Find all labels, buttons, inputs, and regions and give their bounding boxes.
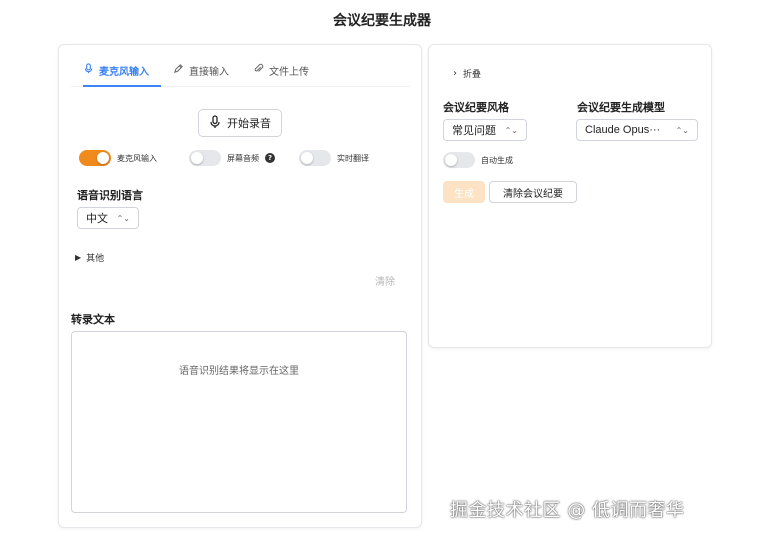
- tab-microphone-label: 麦克风输入: [99, 67, 149, 78]
- clear-button[interactable]: 清除: [375, 273, 395, 288]
- chevron-updown-icon: ⌃⌄: [116, 213, 130, 223]
- realtime-translate-switch[interactable]: [299, 150, 331, 166]
- tab-direct-input-label: 直接输入: [189, 67, 229, 78]
- language-label: 语音识别语言: [77, 189, 143, 202]
- minutes-style-select[interactable]: 常见问题 ⌃⌄: [443, 119, 527, 141]
- minutes-style-label: 会议纪要风格: [443, 101, 509, 114]
- chevron-right-icon: ›: [453, 68, 457, 79]
- mic-input-switch[interactable]: [79, 150, 111, 166]
- start-recording-label: 开始录音: [227, 117, 271, 130]
- auto-generate-switch[interactable]: [443, 152, 475, 168]
- chevron-updown-icon: ⌃⌄: [504, 125, 518, 135]
- chevron-updown-icon: ⌃⌄: [675, 125, 689, 135]
- tab-file-upload-label: 文件上传: [269, 67, 309, 78]
- realtime-translate-toggle[interactable]: 实时翻译: [299, 149, 369, 167]
- auto-generate-toggle[interactable]: 自动生成: [443, 151, 513, 169]
- other-label: 其他: [86, 254, 105, 264]
- language-select[interactable]: 中文 ⌃⌄: [77, 207, 139, 229]
- fold-label: 折叠: [463, 70, 482, 80]
- transcript-textarea[interactable]: 语音识别结果将显示在这里: [71, 331, 407, 513]
- app-title: 会议纪要生成器: [333, 13, 431, 29]
- generate-button[interactable]: 生成: [443, 181, 485, 203]
- input-tabs: 麦克风输入 直接输入 文件上传: [71, 63, 411, 87]
- tab-microphone[interactable]: 麦克风输入: [83, 63, 161, 87]
- model-select-value: Claude Opus···: [585, 124, 661, 136]
- auto-generate-label: 自动生成: [481, 155, 513, 165]
- transcript-label: 转录文本: [71, 313, 115, 326]
- tab-file-upload[interactable]: 文件上传: [253, 63, 323, 87]
- input-panel: 麦克风输入 直接输入 文件上传 开始录音 麦克风输入 屏幕音频 ? 实时翻译 语…: [58, 44, 422, 528]
- tab-direct-input[interactable]: 直接输入: [173, 63, 243, 87]
- microphone-icon: [209, 114, 221, 132]
- model-select[interactable]: Claude Opus··· ⌃⌄: [576, 119, 698, 141]
- transcript-placeholder: 语音识别结果将显示在这里: [179, 366, 299, 377]
- mic-input-toggle-label: 麦克风输入: [117, 153, 157, 163]
- help-icon[interactable]: ?: [265, 153, 275, 163]
- start-recording-button[interactable]: 开始录音: [198, 109, 282, 137]
- mic-input-toggle[interactable]: 麦克风输入: [79, 149, 157, 167]
- screen-audio-toggle[interactable]: 屏幕音频 ?: [189, 149, 275, 167]
- realtime-translate-toggle-label: 实时翻译: [337, 153, 369, 163]
- caret-right-icon: ▶: [75, 253, 82, 262]
- watermark: 掘金技术社区 @ 低调而奢华: [450, 500, 685, 521]
- microphone-icon: [83, 63, 94, 77]
- pencil-icon: [173, 63, 184, 77]
- paperclip-icon: [253, 63, 264, 77]
- fold-toggle[interactable]: › 折叠: [453, 67, 481, 80]
- model-label: 会议纪要生成模型: [577, 101, 665, 114]
- screen-audio-toggle-label: 屏幕音频: [227, 153, 259, 163]
- minutes-style-value: 常见问题: [452, 124, 496, 137]
- clear-minutes-button[interactable]: 清除会议纪要: [489, 181, 577, 203]
- minutes-panel: › 折叠 会议纪要风格 常见问题 ⌃⌄ 会议纪要生成模型 Claude Opus…: [428, 44, 712, 348]
- screen-audio-switch[interactable]: [189, 150, 221, 166]
- language-select-value: 中文: [86, 212, 108, 225]
- other-expander[interactable]: ▶ 其他: [75, 251, 104, 264]
